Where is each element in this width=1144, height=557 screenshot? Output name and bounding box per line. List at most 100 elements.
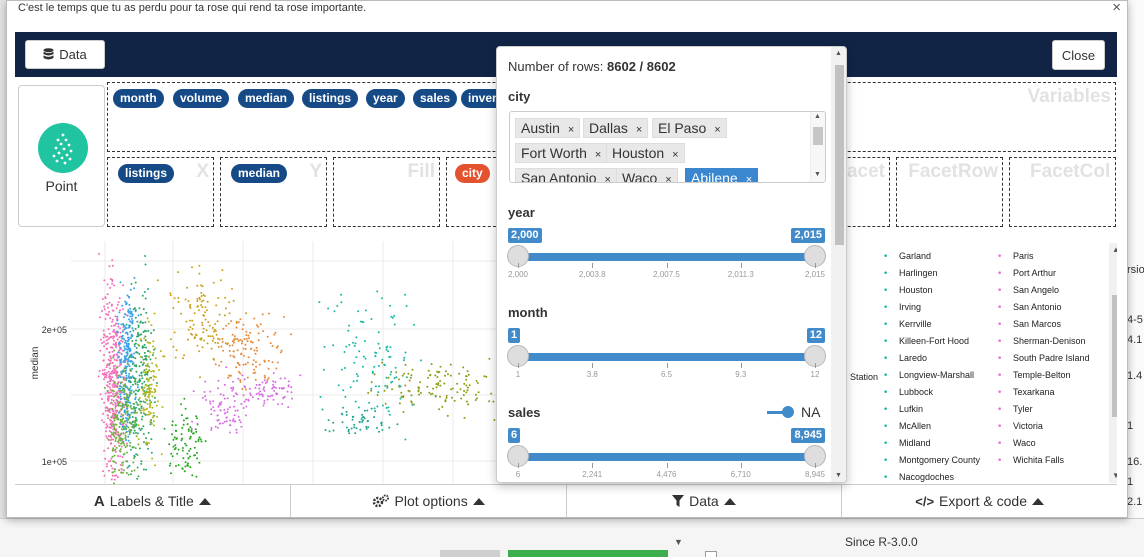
close-button[interactable]: Close	[1052, 40, 1105, 70]
remove-tag-icon[interactable]: ×	[746, 174, 752, 182]
data-point	[361, 416, 364, 419]
city-tag[interactable]: Austin ×	[515, 118, 581, 138]
data-filter-button[interactable]: Data	[566, 485, 843, 517]
data-point	[128, 444, 131, 447]
legend-label: San Angelo	[1013, 285, 1059, 295]
data-point	[117, 325, 120, 328]
na-toggle[interactable]	[767, 406, 797, 418]
data-point	[340, 301, 343, 304]
data-point	[385, 376, 388, 379]
variable-pill[interactable]: listings	[302, 89, 359, 108]
data-point	[376, 427, 378, 429]
data-point	[107, 438, 110, 441]
legend-label: Paris	[1013, 251, 1034, 261]
color-dropzone[interactable]: city	[446, 157, 496, 227]
export-code-label: Export & code	[939, 493, 1027, 509]
fill-dropzone[interactable]: Fill	[333, 157, 440, 227]
labels-title-button[interactable]: A Labels & Title	[15, 485, 291, 517]
month-range-slider[interactable]: 1 12 1 3.8 6.5 9.3 12	[507, 328, 826, 388]
data-point	[136, 477, 139, 480]
data-point	[266, 398, 269, 401]
x-dropzone[interactable]: X listings	[107, 157, 214, 227]
data-point	[149, 351, 152, 354]
variable-pill[interactable]: year	[366, 89, 405, 108]
city-tag[interactable]: Dallas ×	[583, 118, 649, 138]
remove-tag-icon[interactable]: ×	[636, 124, 642, 136]
data-point	[192, 390, 195, 393]
variable-pill[interactable]: sales	[413, 89, 458, 108]
city-tag[interactable]: Houston ×	[606, 143, 685, 163]
sales-slider-tick	[815, 463, 816, 468]
variable-pill[interactable]: median	[238, 89, 295, 108]
city-tag[interactable]: Waco ×	[616, 168, 678, 182]
export-code-button[interactable]: </> Export & code	[842, 485, 1117, 517]
month-slider-track[interactable]	[518, 353, 815, 361]
data-point	[272, 383, 275, 386]
x-variable-pill[interactable]: listings	[118, 164, 175, 183]
city-tag[interactable]: San Antonio ×	[515, 168, 617, 182]
scroll-down-icon[interactable]: ▼	[1112, 471, 1117, 480]
scroll-up-icon[interactable]: ▲	[1112, 245, 1117, 254]
city-select[interactable]: Austin × Dallas × El Paso × Fort Worth × Houston…	[509, 111, 826, 183]
data-point	[138, 397, 141, 399]
legend-label: Lubbock	[899, 387, 934, 397]
y-axis-label: median	[30, 347, 41, 380]
data-point	[466, 389, 469, 392]
remove-tag-icon[interactable]: ×	[714, 124, 720, 136]
legend-scroll-thumb[interactable]	[1112, 295, 1117, 417]
facetcol-dropzone[interactable]: FacetCol	[1009, 157, 1116, 227]
remove-tag-icon[interactable]: ×	[605, 174, 611, 182]
data-point	[115, 334, 118, 337]
plot-options-button[interactable]: Plot options	[290, 485, 567, 517]
sales-range-slider[interactable]: 6 8,945 6 2,241 4,476 6,710 8,945	[507, 428, 826, 482]
data-point	[253, 349, 256, 352]
legend-scrollbar[interactable]: ▲ ▼	[1109, 243, 1117, 483]
data-point	[465, 391, 468, 394]
data-point	[202, 314, 205, 317]
na-label: NA	[801, 404, 821, 420]
color-variable-pill[interactable]: city	[455, 164, 490, 183]
geom-selector[interactable]: Point	[18, 85, 105, 227]
variable-pill[interactable]: month	[113, 89, 164, 108]
city-tag[interactable]: Abilene ×	[685, 168, 759, 182]
data-point	[122, 384, 125, 387]
data-point	[135, 401, 138, 404]
data-point	[151, 457, 154, 460]
city-tag[interactable]: Fort Worth ×	[515, 143, 608, 163]
background-checkbox[interactable]	[705, 551, 717, 557]
city-scroll-thumb[interactable]	[813, 127, 823, 145]
sales-slider-track[interactable]	[518, 453, 815, 461]
popover-scrollbar[interactable]: ▲ ▼	[831, 47, 846, 482]
city-select-scrollbar[interactable]: ▲ ▼	[810, 112, 825, 182]
data-point	[449, 363, 452, 366]
facetrow-dropzone[interactable]: FacetRow	[896, 157, 1003, 227]
city-tag[interactable]: El Paso ×	[652, 118, 727, 138]
scroll-down-icon[interactable]: ▼	[835, 472, 842, 479]
y-dropzone[interactable]: Y median	[220, 157, 327, 227]
remove-tag-icon[interactable]: ×	[672, 149, 678, 161]
remove-tag-icon[interactable]: ×	[568, 124, 574, 136]
data-point	[110, 335, 113, 338]
data-point	[391, 388, 394, 391]
variable-pill[interactable]: volume	[173, 89, 230, 108]
data-point	[132, 402, 135, 405]
data-point	[395, 371, 398, 374]
data-point	[234, 409, 237, 412]
data-point	[137, 335, 140, 338]
scroll-down-icon[interactable]: ▼	[814, 171, 821, 178]
data-button[interactable]: Data	[25, 40, 105, 69]
y-variable-pill[interactable]: median	[231, 164, 288, 183]
data-point	[131, 363, 134, 366]
modal-close-icon[interactable]: ×	[1112, 0, 1121, 16]
year-slider-track[interactable]	[518, 253, 815, 261]
data-point	[126, 410, 129, 413]
scroll-up-icon[interactable]: ▲	[814, 113, 821, 120]
data-point	[120, 386, 123, 388]
remove-tag-icon[interactable]: ×	[665, 174, 671, 182]
popover-scroll-thumb[interactable]	[835, 65, 844, 245]
scroll-up-icon[interactable]: ▲	[835, 50, 842, 57]
background-scroll-down-icon[interactable]: ▼	[674, 537, 683, 547]
remove-tag-icon[interactable]: ×	[595, 149, 601, 161]
data-point	[153, 424, 155, 427]
year-range-slider[interactable]: 2,000 2,015 2,000 2,003.8 2,007.5 2,011.3 2,01…	[507, 228, 826, 288]
